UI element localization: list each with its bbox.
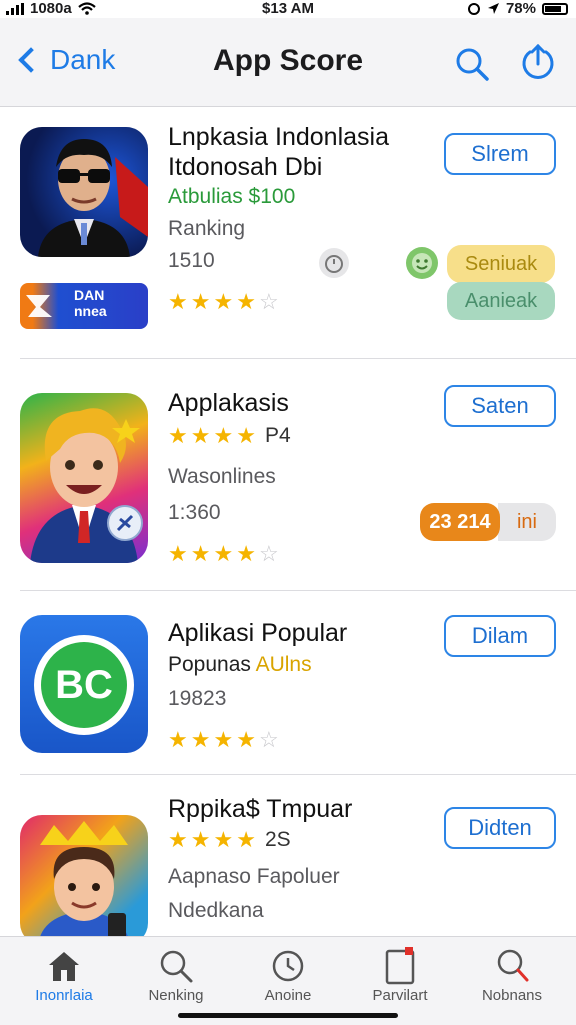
get-button[interactable]: Dilam xyxy=(444,615,556,657)
app-label: Ranking xyxy=(168,217,246,240)
star-icon: ★ xyxy=(168,727,188,752)
star-icon: ★ xyxy=(190,727,211,752)
clock-icon xyxy=(272,950,304,982)
star-outline-icon: ☆ xyxy=(258,289,279,314)
tab-label: Anoine xyxy=(264,987,312,1004)
star-icon: ★ xyxy=(213,289,234,314)
app-icon xyxy=(20,815,148,945)
star-icon: ★ xyxy=(236,423,256,448)
star-icon: ★ xyxy=(236,289,256,314)
get-button[interactable]: Didten xyxy=(444,807,556,849)
app-name-line-2: Itdonosah Dbi xyxy=(168,153,323,181)
battery-percent: 78% xyxy=(505,0,536,17)
lock-rotation-icon xyxy=(467,2,480,15)
app-row-1[interactable]: DAN nnea Lnpkasia Indonlasia Itdonosah D… xyxy=(0,107,576,359)
star-icon: ★ xyxy=(190,423,211,448)
star-icon: ★ xyxy=(168,289,188,314)
banner-line-2: nnea xyxy=(74,303,107,319)
star-icon: ★ xyxy=(213,541,234,566)
app-subtitle: Popunas AUlns xyxy=(168,653,312,677)
tab-label: Inonrlaia xyxy=(35,987,93,1004)
avatar-illustration xyxy=(30,408,143,563)
app-name-line-1: Lnpkasia Indonlasia xyxy=(168,123,389,151)
app-icon xyxy=(20,393,148,563)
star-rating-top: ★ ★ ★ ★ P4 xyxy=(168,425,291,447)
app-subtitle: Atbulias $100 xyxy=(168,185,296,208)
star-outline-icon: ☆ xyxy=(258,727,279,752)
star-icon: ★ xyxy=(213,827,234,852)
star-icon: ★ xyxy=(213,727,234,752)
app-name: Applakasis xyxy=(168,389,289,417)
search-icon xyxy=(160,950,193,983)
tab-home[interactable]: Inonrlaia xyxy=(9,945,119,1004)
avatar-illustration xyxy=(38,821,130,945)
app-number: Ndedkana xyxy=(168,899,264,922)
star-rating: ★ ★ ★ ★ ☆ xyxy=(168,543,279,565)
tab-search[interactable]: Nobnans xyxy=(457,945,567,1004)
star-icon: ★ xyxy=(213,423,234,448)
rating-text: P4 xyxy=(264,424,291,447)
app-label: Aapnaso Fapoluer xyxy=(168,865,340,888)
magnifier-icon xyxy=(497,949,529,982)
star-rating: ★ ★ ★ ★ ☆ xyxy=(168,291,279,313)
get-button[interactable]: Saten xyxy=(444,385,556,427)
star-icon: ★ xyxy=(236,727,256,752)
document-icon xyxy=(385,947,415,985)
app-name: Aplikasi Popular xyxy=(168,619,348,647)
star-icon: ★ xyxy=(236,541,256,566)
star-icon: ★ xyxy=(168,423,188,448)
star-outline-icon: ☆ xyxy=(258,541,279,566)
banner-text: DAN nnea xyxy=(74,287,107,319)
app-subtitle-part-2: AUlns xyxy=(255,653,312,676)
logo-text: BC xyxy=(41,642,127,728)
app-number: 1:360 xyxy=(168,501,221,524)
status-bar: 1080a $13 AM 78% xyxy=(0,0,576,18)
app-row-2[interactable]: Applakasis ★ ★ ★ ★ P4 Wasonlines 1:360 ★ ★ ★ ★… xyxy=(0,359,576,591)
tab-label: Nenking xyxy=(148,987,204,1004)
app-row-3[interactable]: BC Aplikasi Popular Popunas AUlns 19823 … xyxy=(0,591,576,775)
app-icon xyxy=(20,127,148,257)
star-icon: ★ xyxy=(190,541,211,566)
star-icon: ★ xyxy=(168,827,188,852)
tab-bar: Inonrlaia Nenking Anoine Parvilart Nobna… xyxy=(0,936,576,1025)
update-icon[interactable] xyxy=(520,42,556,82)
star-rating: ★ ★ ★ ★ ☆ xyxy=(168,729,279,751)
timer-icon[interactable] xyxy=(318,247,350,279)
logo-icon xyxy=(26,295,52,317)
app-subtitle-part-1: Popunas xyxy=(168,653,251,676)
star-icon: ★ xyxy=(168,541,188,566)
star-icon: ★ xyxy=(236,827,256,852)
tab-popular[interactable]: Parvilart xyxy=(345,945,455,1004)
navigation-bar: Dank App Score xyxy=(0,18,576,107)
count-pill-extra[interactable]: ini xyxy=(498,503,556,541)
app-number: 19823 xyxy=(168,687,227,710)
app-row-4[interactable]: Rppika$ Tmpuar ★ ★ ★ ★ 2S Aapnaso Fapoluer … xyxy=(0,775,576,945)
star-rating: ★ ★ ★ ★ 2S xyxy=(168,829,291,851)
battery-icon xyxy=(542,2,568,15)
star-icon: ★ xyxy=(190,289,211,314)
rating-text: 2S xyxy=(264,828,291,851)
app-banner: DAN nnea xyxy=(20,283,148,329)
avatar-illustration xyxy=(38,139,148,257)
home-icon xyxy=(49,952,79,981)
star-icon: ★ xyxy=(190,827,211,852)
app-label: Wasonlines xyxy=(168,465,276,488)
tab-label: Parvilart xyxy=(372,987,428,1004)
app-number: 1510 xyxy=(168,249,215,272)
status-pill-yellow[interactable]: Seniuak xyxy=(447,245,555,283)
home-indicator xyxy=(178,1013,398,1018)
location-icon xyxy=(487,3,499,14)
smiley-icon xyxy=(406,247,438,279)
tab-label: Nobnans xyxy=(481,987,543,1004)
banner-line-1: DAN xyxy=(74,287,105,303)
search-icon[interactable] xyxy=(454,46,490,82)
count-pill[interactable]: 23 214 xyxy=(420,503,500,541)
app-icon: BC xyxy=(20,615,148,753)
tab-ranking[interactable]: Nenking xyxy=(121,945,231,1004)
get-button[interactable]: Slrem xyxy=(444,133,556,175)
tab-online[interactable]: Anoine xyxy=(233,945,343,1004)
app-name: Rppika$ Tmpuar xyxy=(168,795,353,823)
status-pill-green[interactable]: Aanieak xyxy=(447,282,555,320)
